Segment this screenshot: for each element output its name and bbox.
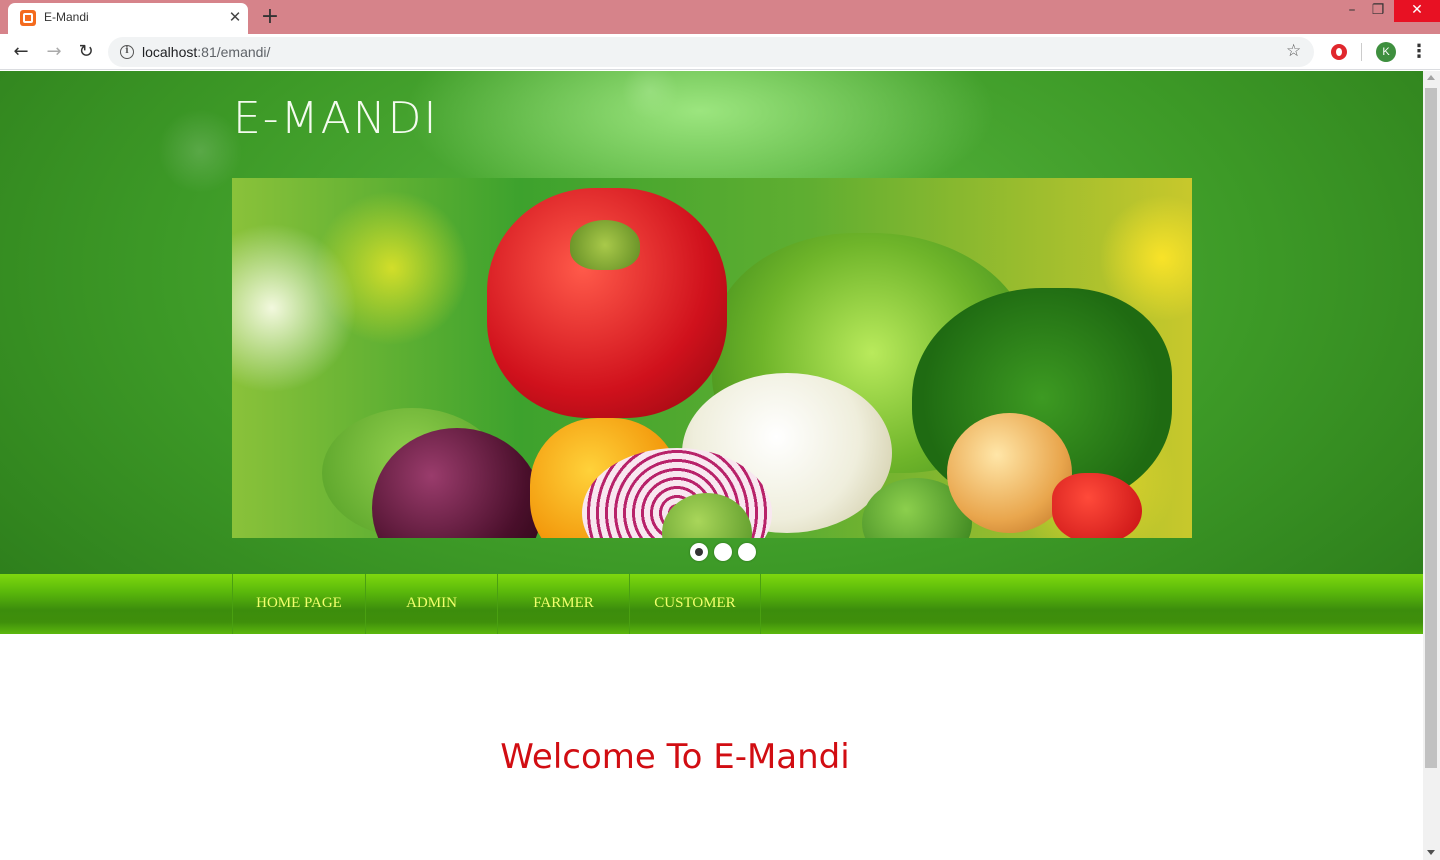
main-nav: HOME PAGE ADMIN FARMER CUSTOMER bbox=[0, 574, 1423, 634]
slider-dot-3[interactable] bbox=[738, 543, 756, 561]
url-text[interactable]: localhost:81/emandi/ bbox=[142, 44, 270, 60]
pepper-stem-shape bbox=[570, 220, 640, 270]
vegetable-slider-image bbox=[232, 178, 1192, 538]
site-info-icon[interactable]: i bbox=[120, 45, 134, 59]
site-title: E-MANDI bbox=[233, 93, 439, 144]
site-header: E-MANDI bbox=[0, 71, 1423, 574]
tab-title: E-Mandi bbox=[44, 10, 89, 24]
browser-toolbar: ← → ↻ i localhost:81/emandi/ ☆ K ⋮ bbox=[0, 34, 1440, 70]
xampp-favicon-icon bbox=[20, 10, 36, 26]
nav-item-home[interactable]: HOME PAGE bbox=[232, 574, 365, 634]
slider-dot-1[interactable] bbox=[690, 543, 708, 561]
browser-menu-icon[interactable]: ⋮ bbox=[1410, 40, 1428, 64]
profile-avatar[interactable]: K bbox=[1376, 42, 1396, 62]
back-arrow-icon[interactable]: ← bbox=[9, 40, 33, 64]
page-scrollbar[interactable] bbox=[1423, 71, 1440, 860]
browser-tab[interactable]: E-Mandi ✕ bbox=[8, 3, 248, 34]
window-restore-icon[interactable]: ❐ bbox=[1361, 0, 1395, 22]
bookmark-star-icon[interactable]: ☆ bbox=[1286, 41, 1301, 61]
url-host: localhost bbox=[142, 44, 198, 60]
nav-item-farmer[interactable]: FARMER bbox=[497, 574, 629, 634]
slider-dot-2[interactable] bbox=[714, 543, 732, 561]
address-bar[interactable]: i localhost:81/emandi/ ☆ bbox=[108, 37, 1314, 67]
tab-close-icon[interactable]: ✕ bbox=[226, 7, 244, 27]
adblock-extension-icon[interactable] bbox=[1331, 44, 1347, 60]
nav-item-admin[interactable]: ADMIN bbox=[365, 574, 497, 634]
window-close-icon[interactable]: ✕ bbox=[1394, 0, 1440, 22]
url-path: :81/emandi/ bbox=[197, 44, 271, 60]
scroll-thumb[interactable] bbox=[1425, 88, 1437, 768]
new-tab-icon[interactable]: + bbox=[258, 4, 282, 30]
scroll-down-arrow-icon[interactable] bbox=[1427, 850, 1435, 855]
nav-item-customer[interactable]: CUSTOMER bbox=[629, 574, 761, 634]
welcome-heading: Welcome To E-Mandi bbox=[500, 737, 850, 777]
toolbar-divider bbox=[1361, 43, 1362, 61]
scroll-up-arrow-icon[interactable] bbox=[1427, 75, 1435, 80]
forward-arrow-icon[interactable]: → bbox=[42, 40, 66, 64]
page-viewport: E-MANDI HOME PAGE ADMIN FARMER CUSTOMER bbox=[0, 71, 1423, 860]
reload-icon[interactable]: ↻ bbox=[74, 40, 98, 64]
browser-titlebar: E-Mandi ✕ + – ❐ ✕ bbox=[0, 0, 1440, 34]
